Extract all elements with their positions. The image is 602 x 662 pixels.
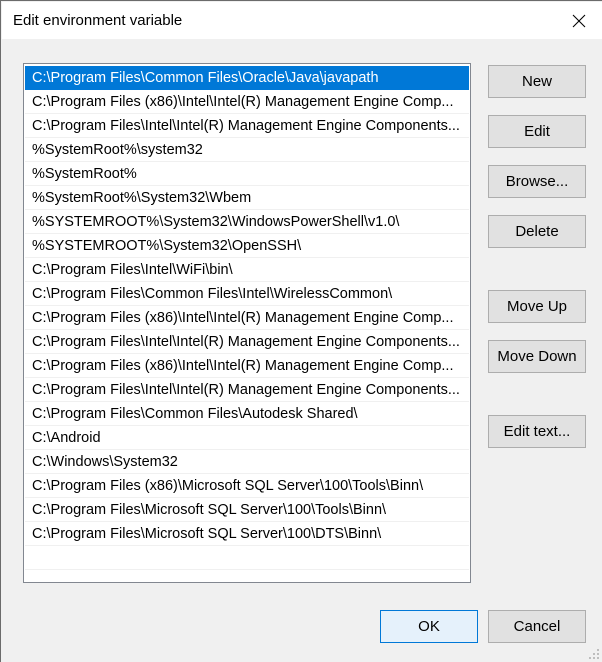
close-icon [572,14,586,27]
list-item[interactable]: %SystemRoot%\System32\Wbem [25,186,469,210]
list-item-empty[interactable] [25,570,469,582]
list-item[interactable]: C:\Program Files\Intel\Intel(R) Manageme… [25,378,469,402]
list-item[interactable]: C:\Program Files\Microsoft SQL Server\10… [25,498,469,522]
browse-button[interactable]: Browse... [488,165,586,198]
edit-environment-variable-dialog: Edit environment variable C:\Program Fil… [0,0,602,662]
list-item[interactable]: C:\Program Files (x86)\Intel\Intel(R) Ma… [25,306,469,330]
close-button[interactable] [556,2,602,39]
cancel-button[interactable]: Cancel [488,610,586,643]
resize-grip-icon[interactable] [588,648,600,660]
list-item[interactable]: C:\Android [25,426,469,450]
edit-text-button[interactable]: Edit text... [488,415,586,448]
delete-button[interactable]: Delete [488,215,586,248]
list-item[interactable]: %SystemRoot%\system32 [25,138,469,162]
list-item[interactable]: C:\Program Files (x86)\Intel\Intel(R) Ma… [25,354,469,378]
ok-button[interactable]: OK [380,610,478,643]
list-item[interactable]: C:\Program Files (x86)\Microsoft SQL Ser… [25,474,469,498]
move-up-button[interactable]: Move Up [488,290,586,323]
list-item[interactable]: C:\Program Files\Common Files\Intel\Wire… [25,282,469,306]
list-item[interactable]: C:\Program Files\Intel\WiFi\bin\ [25,258,469,282]
list-item[interactable]: C:\Program Files (x86)\Intel\Intel(R) Ma… [25,90,469,114]
list-item[interactable]: %SYSTEMROOT%\System32\WindowsPowerShell\… [25,210,469,234]
dialog-title: Edit environment variable [13,12,183,29]
move-down-button[interactable]: Move Down [488,340,586,373]
list-item[interactable]: %SystemRoot% [25,162,469,186]
list-item[interactable]: C:\Windows\System32 [25,450,469,474]
path-list[interactable]: C:\Program Files\Common Files\Oracle\Jav… [23,63,471,583]
list-item[interactable]: %SYSTEMROOT%\System32\OpenSSH\ [25,234,469,258]
list-item-empty[interactable] [25,546,469,570]
list-item[interactable]: C:\Program Files\Intel\Intel(R) Manageme… [25,330,469,354]
list-item[interactable]: C:\Program Files\Intel\Intel(R) Manageme… [25,114,469,138]
title-bar: Edit environment variable [2,2,602,39]
new-button[interactable]: New [488,65,586,98]
list-item[interactable]: C:\Program Files\Microsoft SQL Server\10… [25,522,469,546]
list-item[interactable]: C:\Program Files\Common Files\Oracle\Jav… [25,66,469,90]
list-item[interactable]: C:\Program Files\Common Files\Autodesk S… [25,402,469,426]
edit-button[interactable]: Edit [488,115,586,148]
